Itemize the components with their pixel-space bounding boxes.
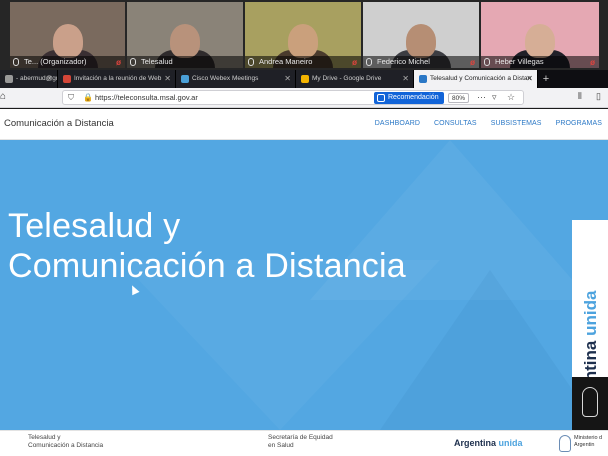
- microphone-icon: [484, 58, 490, 66]
- footer-ministry: Ministerio d Argentin: [574, 435, 602, 449]
- participant-caption: Federico Michel ø: [363, 56, 479, 68]
- site-nav: DASHBOARD CONSULTAS SUBSISTEMAS PROGRAMA…: [375, 120, 602, 127]
- participant-caption: Telesalud: [127, 56, 243, 68]
- recommendation-label: Recomendación: [388, 94, 439, 101]
- muted-icon: ø: [470, 58, 475, 67]
- screen: Te... (Organizador) ø Telesalud Andrea Mane…: [0, 0, 608, 456]
- participant-face: [406, 24, 436, 58]
- participant-face: [52, 24, 83, 58]
- footer-site-name-line1: Telesalud y: [28, 434, 61, 441]
- close-tab-icon[interactable]: ✕: [46, 70, 53, 88]
- participant-name: Heber Villegas: [495, 57, 544, 66]
- tab-favicon-icon: [301, 75, 309, 83]
- close-tab-icon[interactable]: ✕: [402, 70, 409, 88]
- browser-tab-bar: - abermud@gr ✕ Invitación a la reunión de …: [0, 70, 608, 88]
- participant-caption: Heber Villegas ø: [481, 56, 599, 68]
- url-text[interactable]: https://teleconsulta.msal.gov.ar: [95, 91, 198, 105]
- participant-caption: Andrea Maneiro ø: [245, 56, 361, 68]
- microphone-icon: [13, 58, 19, 66]
- ministry-seal-icon: [559, 435, 571, 452]
- shield-icon[interactable]: ⛉: [68, 93, 74, 103]
- participant-video-tile[interactable]: Telesalud: [127, 2, 243, 68]
- footer-site-name-line2: Comunicación a Distancia: [28, 442, 104, 449]
- footer-secretariat-line2: en Salud: [268, 442, 294, 449]
- tab-label: Telesalud y Comunicación a Distan: [430, 75, 532, 82]
- footer-site-name: Telesalud y Comunicación a Distancia: [28, 434, 103, 450]
- footer-brand: Argentina unida: [454, 438, 523, 448]
- browser-tab[interactable]: - abermud@gr ✕: [0, 70, 58, 88]
- participant-name: Andrea Maneiro: [259, 57, 313, 66]
- nav-subsistemas[interactable]: SUBSISTEMAS: [491, 120, 542, 127]
- tab-favicon-icon: [5, 75, 13, 83]
- participant-name: Federico Michel: [377, 57, 430, 66]
- bookmark-star-icon[interactable]: ☆: [507, 92, 515, 103]
- participant-video-tile[interactable]: Heber Villegas ø: [481, 2, 599, 68]
- hero-banner: Telesalud y Comunicación a Distancia Arg…: [0, 140, 608, 430]
- browser-tab[interactable]: Cisco Webex Meetings ✕: [176, 70, 296, 88]
- footer-ministry-line2: Argentin: [574, 442, 595, 448]
- extension-icon: [377, 94, 385, 102]
- participant-face: [288, 24, 318, 58]
- new-tab-button[interactable]: +: [538, 70, 554, 88]
- tab-label: Cisco Webex Meetings: [192, 75, 259, 82]
- participant-video-tile[interactable]: Andrea Maneiro ø: [245, 2, 361, 68]
- emblem-panel: [572, 377, 608, 430]
- footer-brand-main: Argentina: [454, 438, 497, 448]
- pocket-icon[interactable]: ▿: [492, 92, 497, 103]
- lock-icon[interactable]: 🔒: [83, 93, 93, 102]
- participant-caption: Te... (Organizador) ø: [10, 56, 125, 68]
- tab-favicon-icon: [181, 75, 189, 83]
- home-icon[interactable]: ⌂: [0, 91, 10, 103]
- tab-label: Invitación a la reunión de Web: [74, 75, 162, 82]
- tab-favicon-icon: [419, 75, 427, 83]
- participant-video-tile[interactable]: Federico Michel ø: [363, 2, 479, 68]
- microphone-icon: [366, 58, 372, 66]
- zoom-level-button[interactable]: 80%: [448, 93, 470, 103]
- hero-decoration: [380, 270, 600, 430]
- site-title[interactable]: Comunicación a Distancia: [4, 118, 114, 129]
- close-tab-icon[interactable]: ✕: [526, 70, 533, 88]
- browser-tab[interactable]: Invitación a la reunión de Web ✕: [58, 70, 176, 88]
- muted-icon: ø: [352, 58, 357, 67]
- microphone-icon: [130, 58, 136, 66]
- library-icon[interactable]: ⫴: [578, 91, 582, 102]
- badge-accent: unida: [581, 290, 600, 336]
- footer-secretariat: Secretaría de Equidad en Salud: [268, 434, 333, 450]
- reader-view-icon[interactable]: ⋯: [477, 92, 486, 103]
- nav-dashboard[interactable]: DASHBOARD: [375, 120, 420, 127]
- browser-tab[interactable]: Telesalud y Comunicación a Distan ✕: [414, 70, 538, 88]
- participant-name: Te...: [24, 57, 39, 66]
- participant-face: [525, 24, 555, 58]
- hero-title: Telesalud y Comunicación a Distancia: [8, 206, 406, 286]
- muted-icon: ø: [590, 58, 595, 67]
- browser-tab[interactable]: My Drive - Google Drive ✕: [296, 70, 414, 88]
- browser-toolbar: ⌂ ⛉ 🔒 https://teleconsulta.msal.gov.ar R…: [0, 88, 608, 108]
- participant-video-tile[interactable]: Te... (Organizador) ø: [10, 2, 125, 68]
- url-bar[interactable]: ⛉ 🔒 https://teleconsulta.msal.gov.ar Rec…: [62, 90, 524, 105]
- tab-favicon-icon: [63, 75, 71, 83]
- nav-programas[interactable]: PROGRAMAS: [556, 120, 602, 127]
- footer-brand-accent: unida: [498, 438, 523, 448]
- site-footer: Telesalud y Comunicación a Distancia Sec…: [0, 430, 608, 456]
- video-participant-strip: Te... (Organizador) ø Telesalud Andrea Mane…: [0, 0, 608, 70]
- tab-label: My Drive - Google Drive: [312, 75, 382, 82]
- close-tab-icon[interactable]: ✕: [284, 70, 291, 88]
- hero-title-line1: Telesalud y: [8, 207, 181, 245]
- muted-icon: ø: [116, 58, 121, 67]
- site-header: Comunicación a Distancia DASHBOARD CONSU…: [0, 109, 608, 140]
- sidebar-icon[interactable]: ▯: [596, 91, 601, 102]
- close-tab-icon[interactable]: ✕: [164, 70, 171, 88]
- nav-consultas[interactable]: CONSULTAS: [434, 120, 477, 127]
- microphone-icon: [248, 58, 254, 66]
- footer-secretariat-line1: Secretaría de Equidad: [268, 434, 333, 441]
- participant-role: (Organizador): [40, 57, 87, 66]
- hero-title-line2: Comunicación a Distancia: [8, 247, 406, 285]
- footer-ministry-line1: Ministerio d: [574, 435, 603, 441]
- recommendation-button[interactable]: Recomendación: [374, 92, 444, 104]
- coat-of-arms-icon: [582, 387, 598, 417]
- participant-face: [170, 24, 200, 58]
- participant-name: Telesalud: [141, 57, 173, 66]
